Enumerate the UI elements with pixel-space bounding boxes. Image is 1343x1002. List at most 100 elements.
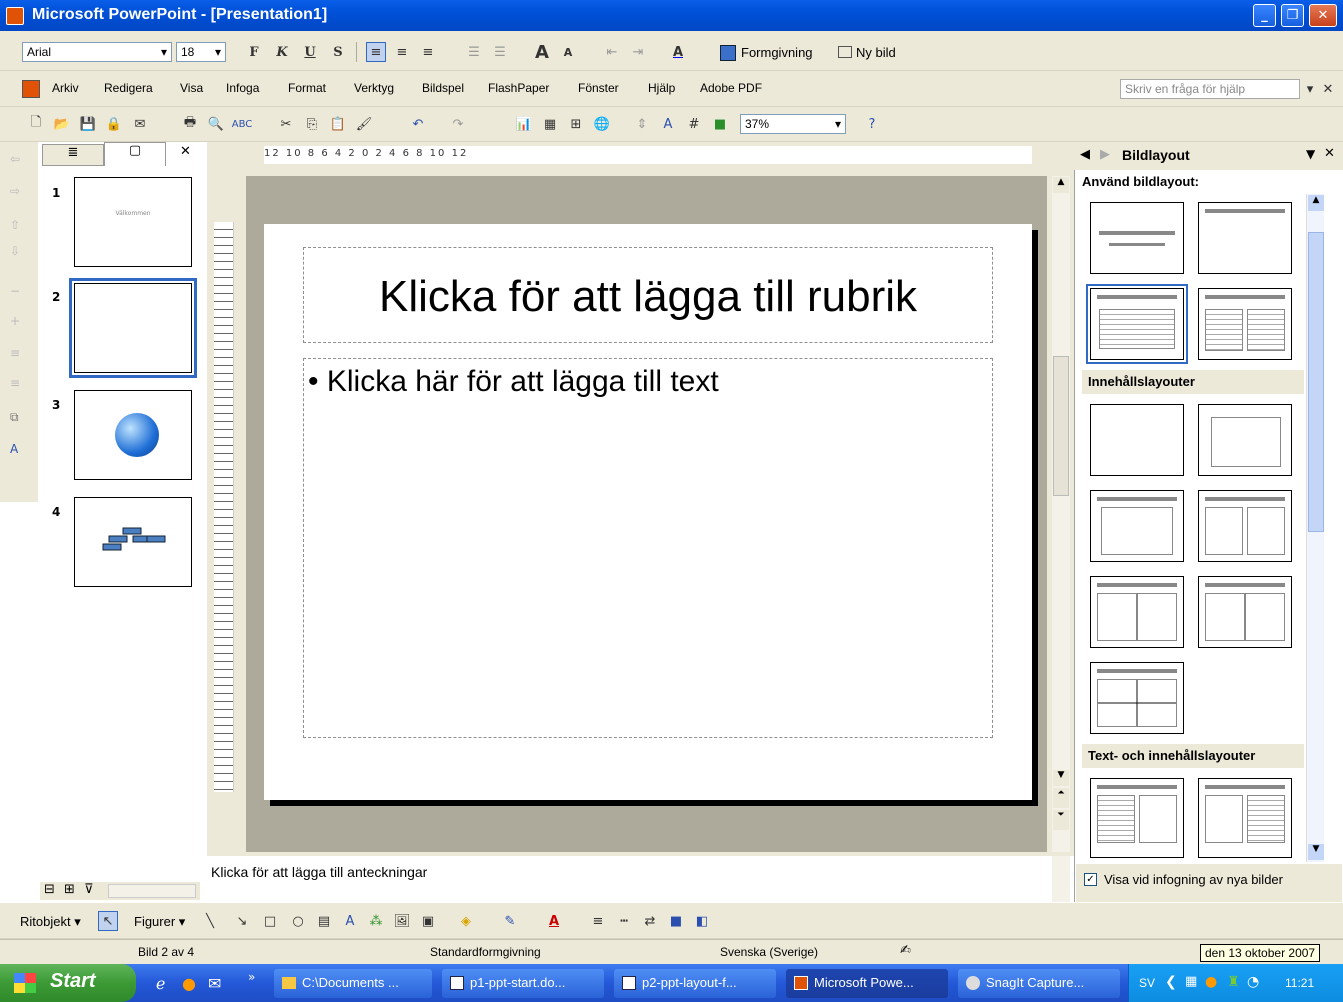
show-formatting-icon[interactable]: A: [658, 114, 678, 134]
previous-slide-icon[interactable]: ⏶: [1053, 788, 1069, 808]
volume-icon[interactable]: ◔: [1247, 974, 1259, 990]
start-button[interactable]: Start: [0, 964, 136, 1002]
menu-item[interactable]: Verktyg: [354, 81, 394, 95]
scroll-down-icon[interactable]: ▼: [1053, 770, 1069, 786]
powerpoint-icon[interactable]: [6, 7, 24, 25]
tray-app-icon[interactable]: ●: [1205, 974, 1217, 990]
move-up-icon[interactable]: ⇧: [10, 218, 20, 232]
shrink-font-icon[interactable]: A: [558, 42, 578, 62]
layout-title-four-content[interactable]: [1090, 662, 1184, 734]
show-formatting-outline-icon[interactable]: A: [10, 442, 18, 456]
tray-expand-icon[interactable]: ❮: [1165, 974, 1177, 990]
menu-item[interactable]: Adobe PDF: [700, 81, 762, 95]
outlook-quicklaunch-icon[interactable]: ✉: [208, 974, 221, 993]
layout-title-slide[interactable]: [1090, 202, 1184, 274]
taskbar-word-2[interactable]: p2-ppt-layout-f...: [614, 969, 776, 998]
tables-borders-icon[interactable]: ⊞: [566, 114, 586, 134]
collapse-all-icon[interactable]: ≡: [10, 346, 20, 360]
wordart-icon[interactable]: A: [340, 911, 360, 931]
title-bar[interactable]: Microsoft PowerPoint - [Presentation1] _…: [0, 0, 1343, 31]
layout-title-text[interactable]: [1086, 284, 1188, 364]
minimize-button[interactable]: _: [1253, 4, 1276, 27]
document-icon[interactable]: [22, 80, 40, 98]
increase-indent-icon[interactable]: ⇥: [628, 42, 648, 62]
autoshapes-button[interactable]: Figurer ▾: [134, 914, 185, 930]
open-icon[interactable]: 📂: [52, 114, 72, 134]
insert-chart-icon[interactable]: 📊: [514, 114, 534, 134]
quicklaunch-more-icon[interactable]: »: [248, 970, 255, 984]
firefox-quicklaunch-icon[interactable]: ●: [182, 974, 196, 993]
shadow-button[interactable]: S: [328, 42, 348, 62]
menu-item[interactable]: Arkiv: [52, 81, 79, 95]
task-pane-scrollbar[interactable]: ▲ ▼: [1306, 194, 1324, 862]
print-icon[interactable]: 🖶: [180, 114, 200, 134]
vertical-scrollbar[interactable]: ▲ ▼ ⏶ ⏷: [1052, 176, 1070, 852]
task-scroll-thumb[interactable]: [1308, 232, 1324, 532]
font-size-select[interactable]: 18 ▾: [176, 42, 226, 62]
3d-style-icon[interactable]: ◧: [692, 911, 712, 931]
underline-button[interactable]: U: [300, 42, 320, 62]
show-grid-icon[interactable]: #: [684, 114, 704, 134]
new-slide-button[interactable]: Ny bild: [856, 45, 896, 60]
picture-icon[interactable]: ▣: [418, 911, 438, 931]
spelling-icon[interactable]: ABC: [232, 114, 253, 134]
color-grayscale-icon[interactable]: ■: [710, 114, 730, 134]
title-placeholder[interactable]: Klicka för att lägga till rubrik: [303, 247, 993, 343]
task-scroll-up-icon[interactable]: ▲: [1308, 195, 1324, 211]
arrow-style-icon[interactable]: ⇄: [640, 911, 660, 931]
save-icon[interactable]: 💾: [78, 114, 98, 134]
menu-item[interactable]: Redigera: [104, 81, 153, 95]
format-painter-icon[interactable]: 🖌: [354, 114, 374, 134]
move-down-icon[interactable]: ⇩: [10, 244, 20, 258]
network-icon[interactable]: ▦: [1185, 974, 1197, 989]
slide-canvas[interactable]: Klicka för att lägga till rubrik • Klick…: [264, 224, 1032, 800]
menu-item[interactable]: Bildspel: [422, 81, 464, 95]
expand-icon[interactable]: +: [10, 314, 20, 328]
shadow-style-icon[interactable]: ■: [666, 911, 686, 931]
normal-view-icon[interactable]: ⊟: [44, 882, 55, 897]
hyperlink-icon[interactable]: 🌐: [592, 114, 612, 134]
grow-font-icon[interactable]: A: [532, 42, 552, 63]
layout-content[interactable]: [1198, 404, 1292, 476]
layout-title-two-content-over[interactable]: [1198, 576, 1292, 648]
slideshow-view-icon[interactable]: ⊽: [84, 882, 94, 897]
insert-table-icon[interactable]: ▦: [540, 114, 560, 134]
arrow-icon[interactable]: ↘: [232, 911, 252, 931]
help-dropdown-icon[interactable]: ▾: [1300, 79, 1320, 99]
zoom-select[interactable]: 37% ▾: [740, 114, 846, 134]
print-preview-icon[interactable]: 🔍: [206, 114, 226, 134]
taskbar-snagit[interactable]: SnagIt Capture...: [958, 969, 1120, 998]
promote-icon[interactable]: ⇦: [10, 152, 20, 166]
ie-quicklaunch-icon[interactable]: ℯ: [156, 974, 165, 993]
close-button[interactable]: ✕: [1309, 4, 1337, 27]
numbering-icon[interactable]: ☰: [464, 42, 484, 62]
undo-icon[interactable]: ↶: [408, 114, 428, 134]
summary-slide-icon[interactable]: ⧉: [10, 410, 19, 425]
help-search-input[interactable]: Skriv en fråga för hjälp: [1120, 79, 1300, 99]
menu-item[interactable]: Infoga: [226, 81, 259, 95]
diagram-icon[interactable]: ⁂: [366, 911, 386, 931]
email-icon[interactable]: ✉: [130, 114, 150, 134]
body-placeholder[interactable]: • Klicka här för att lägga till text: [303, 358, 993, 738]
align-right-icon[interactable]: ≡: [418, 42, 438, 62]
cut-icon[interactable]: ✂: [276, 114, 296, 134]
slide-thumbnail-4[interactable]: [74, 497, 192, 587]
layout-title-content-two[interactable]: [1090, 576, 1184, 648]
notes-scrollbar[interactable]: [1052, 856, 1070, 902]
layout-two-column-text[interactable]: [1198, 288, 1292, 360]
help-icon[interactable]: ?: [862, 114, 882, 134]
sorter-view-icon[interactable]: ⊞: [64, 882, 75, 897]
redo-icon[interactable]: ↷: [448, 114, 468, 134]
expand-all-icon[interactable]: ⇕: [632, 114, 652, 134]
line-style-icon[interactable]: ≡: [588, 911, 608, 931]
textbox-icon[interactable]: ▤: [314, 911, 334, 931]
menu-item[interactable]: Visa: [180, 81, 203, 95]
back-icon[interactable]: ◀: [1080, 147, 1090, 162]
maximize-button[interactable]: ❐: [1281, 4, 1304, 27]
slide-thumbnail-3[interactable]: [74, 390, 192, 480]
line-color-icon[interactable]: ✎: [500, 911, 520, 931]
layout-title-only[interactable]: [1198, 202, 1292, 274]
clipart-icon[interactable]: 🖼: [392, 911, 412, 931]
notes-pane[interactable]: Klicka för att lägga till anteckningar: [207, 852, 1074, 902]
dash-style-icon[interactable]: ┅: [614, 911, 634, 931]
